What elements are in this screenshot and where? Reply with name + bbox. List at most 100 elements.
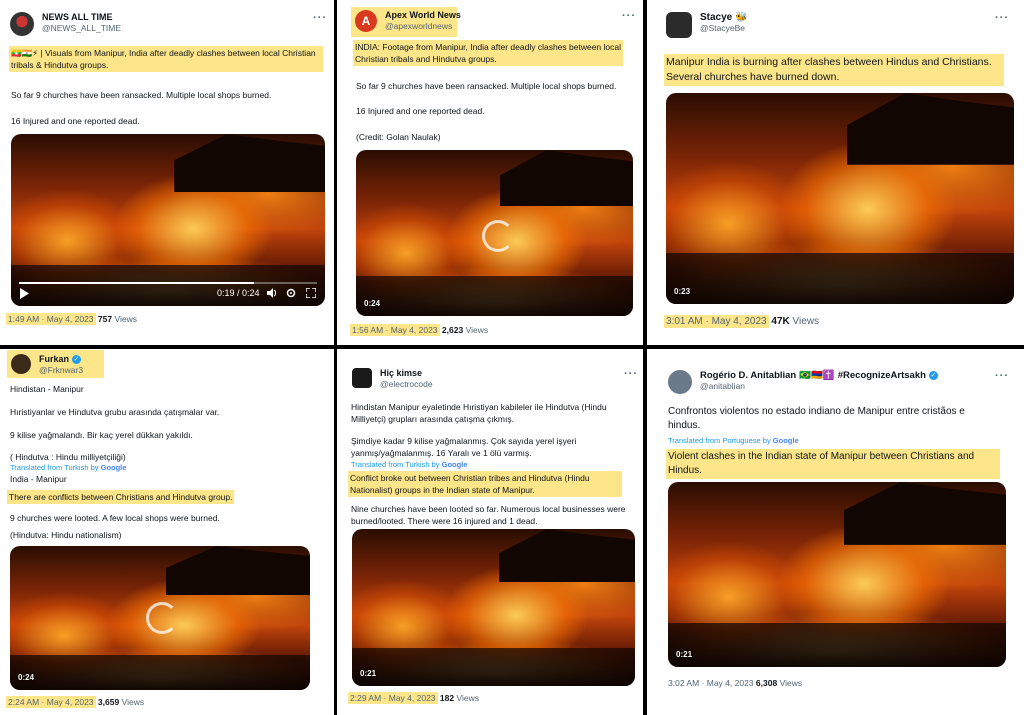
video-progress-bar[interactable] — [19, 282, 317, 284]
timestamp[interactable]: 2:24 AM · May 4, 2023 — [6, 696, 96, 708]
video-time: 0:19 / 0:24 — [217, 288, 260, 298]
views-label: Views — [114, 314, 137, 324]
video-frame-ground — [666, 253, 1014, 304]
tweet-text: 9 kilise yağmalandı. Bir kaç yerel dükka… — [10, 430, 193, 440]
tweet-text: India - Manipur — [10, 474, 67, 484]
google-logo: Google — [441, 460, 468, 469]
volume-icon[interactable] — [267, 288, 277, 298]
tweet-text: Hindistan Manipur eyaletinde Hıristiyan … — [351, 402, 607, 424]
tweet-text: 16 Injured and one reported dead. — [11, 116, 140, 126]
video-frame-building — [499, 529, 635, 583]
views-label: Views — [779, 678, 803, 688]
tweet-panel-2: A Apex World News @apexworldnews ··· IND… — [337, 0, 643, 345]
avatar[interactable]: A — [355, 10, 377, 32]
avatar[interactable] — [666, 12, 692, 38]
tweet-text: Şimdiye kadar 9 kilise yağmalanmış. Çok … — [351, 436, 577, 458]
tweet-meta: 1:56 AM · May 4, 2023 2,623 Views — [350, 324, 488, 336]
views-count: 47K — [771, 316, 790, 327]
more-options-icon[interactable]: ··· — [995, 370, 1009, 382]
loading-spinner-icon — [482, 220, 514, 252]
timestamp[interactable]: 3:01 AM · May 4, 2023 — [664, 315, 769, 328]
author-name-suffix: #RecognizeArtsakh — [837, 370, 926, 381]
google-logo: Google — [772, 436, 799, 445]
tweet-header: Furkan ✓ @Frknwar3 — [11, 354, 83, 376]
tweet-header: Stacye 🐝 @StacyeBe — [666, 12, 748, 38]
author-handle[interactable]: @StacyeBe — [700, 23, 748, 34]
tweet-header: NEWS ALL TIME @NEWS_ALL_TIME — [10, 12, 121, 36]
author-handle[interactable]: @apexworldnews — [385, 21, 461, 32]
video-controls[interactable]: 0:19 / 0:24 — [11, 280, 325, 306]
video-player[interactable]: 0:21 — [668, 482, 1006, 667]
tweet-panel-1: NEWS ALL TIME @NEWS_ALL_TIME ··· 🇲🇲🇮🇳⚡ |… — [0, 0, 334, 345]
more-options-icon[interactable]: ··· — [995, 12, 1009, 24]
timestamp[interactable]: 3:02 AM · May 4, 2023 — [668, 678, 754, 688]
video-duration: 0:24 — [364, 299, 381, 308]
more-options-icon[interactable]: ··· — [624, 368, 638, 380]
translation-attribution[interactable]: Translated from Turkish by Google — [10, 463, 126, 472]
video-frame-ground — [668, 622, 1006, 667]
timestamp[interactable]: 1:56 AM · May 4, 2023 — [350, 324, 440, 336]
avatar[interactable] — [11, 354, 31, 374]
play-icon[interactable] — [20, 288, 29, 299]
author-handle[interactable]: @anitablian — [700, 381, 938, 392]
author-name[interactable]: NEWS ALL TIME — [42, 12, 113, 23]
video-frame-ground — [352, 648, 635, 686]
video-frame-building — [500, 150, 633, 207]
flag-emojis: 🇲🇲🇮🇳⚡ — [11, 48, 39, 58]
video-player[interactable]: 0:23 — [666, 93, 1014, 304]
settings-icon[interactable] — [286, 288, 296, 298]
views-count: 3,659 — [97, 697, 120, 707]
author-handle[interactable]: @Frknwar3 — [39, 365, 83, 376]
name-emojis: 🇧🇷🇦🇲✝️ — [799, 370, 835, 381]
video-frame-ground — [356, 276, 633, 316]
tweet-text: 16 Injured and one reported dead. — [356, 106, 485, 116]
tweet-header: Hiç kimse @electrocode — [352, 368, 433, 390]
highlighted-text: Manipur India is burning after clashes b… — [664, 54, 1004, 86]
video-player[interactable]: 0:21 — [352, 529, 635, 686]
tweet-text: So far 9 churches have been ransacked. M… — [356, 81, 617, 91]
video-duration: 0:24 — [18, 673, 35, 682]
views-count: 6,308 — [755, 678, 778, 688]
tweet-text: Nine churches have been looted so far. N… — [351, 504, 626, 526]
author-name[interactable]: Apex World News — [385, 10, 461, 21]
tweet-text: ( Hindutva : Hindu milliyetçiliği) — [10, 452, 126, 462]
views-label: Views — [792, 316, 820, 327]
author-handle[interactable]: @electrocode — [380, 379, 433, 390]
video-frame-building — [846, 93, 1014, 165]
timestamp[interactable]: 1:49 AM · May 4, 2023 — [6, 313, 96, 325]
author-name[interactable]: Furkan — [39, 354, 69, 365]
author-name[interactable]: Hiç kimse — [380, 368, 422, 379]
tweet-meta: 2:24 AM · May 4, 2023 3,659 Views — [6, 696, 144, 708]
verified-badge-icon: ✓ — [928, 371, 938, 380]
avatar[interactable] — [10, 12, 34, 36]
author-name[interactable]: Rogério D. Anitablian — [700, 370, 796, 381]
more-options-icon[interactable]: ··· — [622, 10, 636, 22]
video-player[interactable]: 0:24 — [356, 150, 633, 316]
tweet-text: Confrontos violentos no estado indiano d… — [668, 406, 965, 431]
video-frame-building — [174, 134, 325, 193]
author-handle[interactable]: @NEWS_ALL_TIME — [42, 23, 121, 34]
tweet-meta: 3:01 AM · May 4, 2023 47K Views — [664, 315, 819, 328]
avatar[interactable] — [668, 370, 692, 394]
verified-badge-icon: ✓ — [72, 355, 82, 364]
tweet-text: So far 9 churches have been ransacked. M… — [11, 90, 272, 100]
video-player[interactable]: 0:19 / 0:24 — [11, 134, 325, 306]
bee-emoji: 🐝 — [735, 12, 748, 23]
author-name[interactable]: Stacye — [700, 12, 732, 23]
highlighted-text: INDIA: Footage from Manipur, India after… — [353, 40, 623, 66]
avatar[interactable] — [352, 368, 372, 388]
tweet-text: Hindistan - Manipur — [10, 384, 84, 394]
fullscreen-icon[interactable] — [306, 288, 316, 298]
video-frame-building — [843, 482, 1006, 545]
more-options-icon[interactable]: ··· — [313, 12, 327, 24]
loading-spinner-icon — [146, 602, 178, 634]
tweet-meta: 3:02 AM · May 4, 2023 6,308 Views — [668, 678, 802, 688]
video-player[interactable]: 0:24 — [10, 546, 310, 690]
timestamp[interactable]: 2:29 AM · May 4, 2023 — [348, 692, 438, 704]
views-label: Views — [121, 697, 145, 707]
highlighted-text: Conflict broke out between Christian tri… — [348, 471, 622, 497]
translation-attribution[interactable]: Translated from Portuguese by Google — [668, 436, 799, 445]
views-label: Views — [465, 325, 489, 335]
views-label: Views — [456, 693, 479, 703]
translation-attribution[interactable]: Translated from Turkish by Google — [351, 460, 467, 469]
